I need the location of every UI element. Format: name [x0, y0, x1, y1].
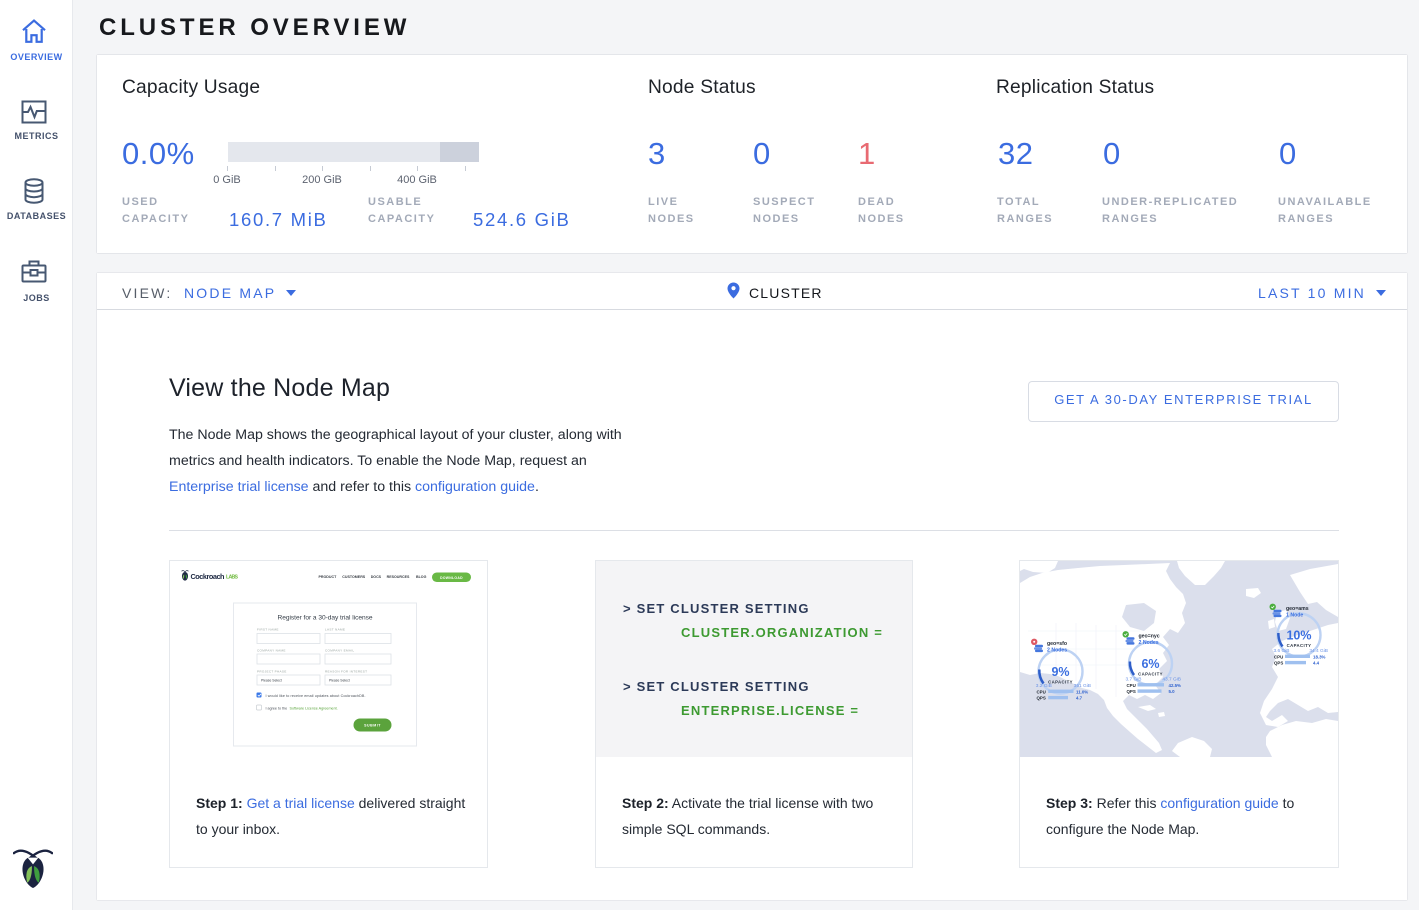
- svg-text:Please Select: Please Select: [261, 679, 282, 683]
- svg-text:10%: 10%: [1286, 629, 1311, 643]
- svg-text:SUBMIT: SUBMIT: [364, 724, 381, 728]
- svg-text:DOWNLOAD: DOWNLOAD: [440, 576, 463, 580]
- svg-text:3.2 GiB: 3.2 GiB: [1036, 683, 1052, 689]
- svg-text:42.5%: 42.5%: [1169, 683, 1182, 688]
- svg-text:COMPANY EMAIL: COMPANY EMAIL: [325, 649, 354, 653]
- svg-text:4.7: 4.7: [1076, 696, 1083, 701]
- svg-text:QPS: QPS: [1274, 661, 1283, 666]
- svg-text:LAST NAME: LAST NAME: [325, 628, 345, 632]
- svg-text:QPS: QPS: [1127, 689, 1136, 694]
- svg-text:4.4: 4.4: [1313, 661, 1320, 666]
- svg-text:Register for a 30-day trial li: Register for a 30-day trial license: [278, 615, 373, 622]
- svg-text:PRODUCT: PRODUCT: [319, 575, 338, 579]
- svg-text:CPU: CPU: [1037, 689, 1046, 694]
- svg-text:2 Nodes: 2 Nodes: [1139, 640, 1159, 646]
- svg-text:34.4 GiB: 34.4 GiB: [1309, 648, 1328, 654]
- svg-text:QPS: QPS: [1037, 696, 1046, 701]
- svg-text:geo=ams: geo=ams: [1286, 606, 1309, 612]
- svg-text:11.0%: 11.0%: [1076, 689, 1088, 694]
- svg-text:CAPACITY: CAPACITY: [1138, 672, 1163, 677]
- svg-text:BLOG: BLOG: [416, 575, 427, 579]
- svg-text:2 Nodes: 2 Nodes: [1047, 648, 1067, 654]
- svg-text:1 Node: 1 Node: [1286, 613, 1303, 619]
- svg-text:5.0: 5.0: [1169, 689, 1176, 694]
- svg-text:351 GiB: 351 GiB: [1074, 683, 1091, 689]
- svg-text:PROJECT PHASE: PROJECT PHASE: [257, 670, 287, 674]
- svg-text:Software License Agreement.: Software License Agreement.: [290, 706, 338, 710]
- svg-text:18.3%: 18.3%: [1313, 654, 1326, 659]
- svg-text:3.6 GiB: 3.6 GiB: [1274, 648, 1290, 654]
- svg-text:REASON FOR INTEREST: REASON FOR INTEREST: [325, 670, 367, 674]
- svg-text:I would like to receive email: I would like to receive email updates ab…: [266, 694, 366, 698]
- svg-text:CPU: CPU: [1127, 683, 1136, 688]
- svg-text:FIRST NAME: FIRST NAME: [257, 628, 279, 632]
- svg-text:COMPANY NAME: COMPANY NAME: [257, 649, 286, 653]
- svg-text:43.7 GiB: 43.7 GiB: [1162, 677, 1181, 683]
- svg-text:6%: 6%: [1141, 657, 1159, 671]
- svg-text:CUSTOMERS: CUSTOMERS: [342, 575, 365, 579]
- svg-text:I agree to the: I agree to the: [266, 706, 288, 710]
- svg-text:Please Select: Please Select: [329, 679, 350, 683]
- svg-text:CAPACITY: CAPACITY: [1287, 643, 1312, 648]
- svg-text:geo=nyc: geo=nyc: [1139, 634, 1160, 640]
- svg-text:CPU: CPU: [1274, 654, 1283, 659]
- svg-text:9%: 9%: [1051, 665, 1069, 679]
- svg-text:geo=sfo: geo=sfo: [1047, 641, 1067, 647]
- svg-text:DOCS: DOCS: [371, 575, 382, 579]
- svg-text:3.7 GiB: 3.7 GiB: [1126, 677, 1142, 683]
- svg-text:Cockroach: Cockroach: [191, 572, 225, 581]
- svg-text:LABS: LABS: [226, 575, 239, 581]
- svg-text:RESOURCES: RESOURCES: [387, 575, 410, 579]
